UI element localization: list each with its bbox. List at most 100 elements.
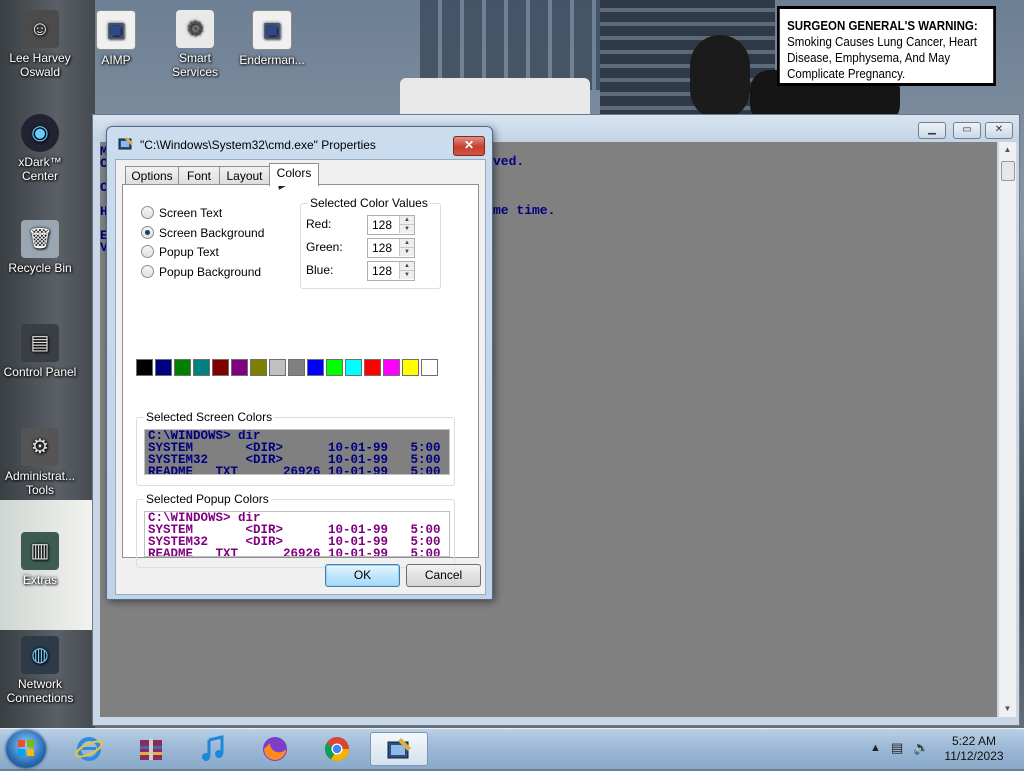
green-spinner[interactable]: 128 ▲ ▼ bbox=[367, 238, 415, 258]
recycle-bin-icon: 🗑 bbox=[21, 220, 59, 258]
red-label: Red: bbox=[306, 217, 332, 231]
maximize-button[interactable]: ▭ bbox=[953, 122, 981, 139]
taskbar-archive-tool[interactable] bbox=[124, 732, 178, 766]
taskbar-chrome[interactable] bbox=[310, 732, 364, 766]
system-clock[interactable]: 5:22 AM 11/12/2023 bbox=[936, 734, 1012, 764]
spin-down-icon[interactable]: ▼ bbox=[399, 225, 414, 233]
color-swatch[interactable] bbox=[326, 359, 343, 376]
show-hidden-icons-icon[interactable]: ▲ bbox=[870, 742, 881, 754]
green-value[interactable]: 128 bbox=[372, 241, 392, 255]
blue-spinner[interactable]: 128 ▲ ▼ bbox=[367, 261, 415, 281]
desktop-icon-label: Network Connections bbox=[6, 677, 74, 705]
red-value[interactable]: 128 bbox=[372, 218, 392, 232]
application-icon: ▣ bbox=[252, 10, 292, 50]
start-button[interactable] bbox=[6, 730, 46, 768]
dialog-title: "C:\Windows\System32\cmd.exe" Properties bbox=[140, 138, 376, 152]
vertical-scrollbar[interactable]: ▲ ▼ bbox=[999, 142, 1016, 717]
scroll-thumb[interactable] bbox=[1001, 161, 1015, 181]
selected-popup-colors-group: Selected Popup Colors C:\WINDOWS> dir SY… bbox=[136, 492, 455, 568]
desktop-icon-xdark-center[interactable]: ◉ xDark™ Center bbox=[0, 114, 80, 183]
volume-muted-icon[interactable]: 🔈 bbox=[913, 740, 929, 756]
red-spinner[interactable]: 128 ▲ ▼ bbox=[367, 215, 415, 235]
color-swatch[interactable] bbox=[364, 359, 381, 376]
spin-up-icon[interactable]: ▲ bbox=[399, 239, 414, 248]
taskbar: ▲ ▤ 🔈 5:22 AM 11/12/2023 bbox=[0, 728, 1024, 769]
group-legend: Selected Screen Colors bbox=[144, 410, 275, 424]
color-swatch[interactable] bbox=[155, 359, 172, 376]
spin-down-icon[interactable]: ▼ bbox=[399, 248, 414, 256]
desktop-icon-label: Smart Services bbox=[171, 51, 218, 79]
network-tray-icon[interactable]: ▤ bbox=[891, 740, 903, 756]
preview-line: README TXT 26926 10-01-99 5:00 bbox=[148, 465, 441, 475]
properties-dialog[interactable]: "C:\Windows\System32\cmd.exe" Properties… bbox=[106, 126, 493, 600]
spin-down-icon[interactable]: ▼ bbox=[399, 271, 414, 279]
clock-date: 11/12/2023 bbox=[944, 749, 1004, 763]
gear-icon: ⚙ bbox=[21, 428, 59, 466]
tab-colors[interactable]: Colors bbox=[269, 163, 319, 186]
tab-options[interactable]: Options bbox=[125, 166, 179, 185]
desktop-icon-network-connections[interactable]: ◍ Network Connections bbox=[0, 636, 80, 705]
color-swatch[interactable] bbox=[383, 359, 400, 376]
color-swatch[interactable] bbox=[345, 359, 362, 376]
popup-colors-preview: C:\WINDOWS> dir SYSTEM <DIR> 10-01-99 5:… bbox=[144, 511, 450, 557]
radio-popup-background[interactable]: Popup Background bbox=[141, 264, 261, 280]
blue-value[interactable]: 128 bbox=[372, 264, 392, 278]
desktop-icon-extras[interactable]: ▥ Extras bbox=[0, 532, 80, 587]
cmd-properties-icon bbox=[387, 738, 411, 759]
close-button[interactable]: ✕ bbox=[985, 122, 1013, 139]
cancel-button[interactable]: Cancel bbox=[406, 564, 481, 587]
minimize-button[interactable]: ▁ bbox=[918, 122, 946, 139]
taskbar-cmd-properties[interactable] bbox=[370, 732, 428, 766]
spin-up-icon[interactable]: ▲ bbox=[399, 216, 414, 225]
internet-explorer-icon bbox=[75, 737, 103, 761]
radio-popup-text[interactable]: Popup Text bbox=[141, 244, 219, 260]
color-swatch[interactable] bbox=[288, 359, 305, 376]
desktop-icon-control-panel[interactable]: ▤ Control Panel bbox=[0, 324, 80, 379]
color-swatch[interactable] bbox=[402, 359, 419, 376]
desktop-icon-aimp[interactable]: ▣ AIMP bbox=[76, 10, 156, 67]
ok-button[interactable]: OK bbox=[325, 564, 400, 587]
desktop-icon-label: Recycle Bin bbox=[8, 261, 72, 275]
radio-button-icon[interactable] bbox=[141, 206, 154, 219]
dialog-close-button[interactable]: ✕ bbox=[453, 136, 485, 156]
windows-logo-icon bbox=[18, 740, 34, 756]
scroll-up-icon[interactable]: ▲ bbox=[999, 142, 1016, 158]
color-swatch[interactable] bbox=[212, 359, 229, 376]
surgeon-general-warning: SURGEON GENERAL'S WARNING: Smoking Cause… bbox=[777, 6, 996, 86]
taskbar-internet-explorer[interactable] bbox=[62, 732, 116, 766]
radio-button-icon[interactable] bbox=[141, 265, 154, 278]
color-swatch[interactable] bbox=[421, 359, 438, 376]
radio-label: Popup Background bbox=[159, 265, 262, 279]
taskbar-firefox[interactable] bbox=[248, 732, 302, 766]
selected-screen-colors-group: Selected Screen Colors C:\WINDOWS> dir S… bbox=[136, 410, 455, 486]
radio-screen-text[interactable]: Screen Text bbox=[141, 205, 222, 221]
radio-screen-background[interactable]: Screen Background bbox=[141, 225, 264, 241]
taskbar-music-player[interactable] bbox=[186, 732, 240, 766]
desktop-icon-enderman[interactable]: ▣ Enderman... bbox=[232, 10, 312, 67]
color-swatch[interactable] bbox=[193, 359, 210, 376]
desktop-icon-label: Extras bbox=[22, 573, 57, 587]
color-swatch[interactable] bbox=[136, 359, 153, 376]
green-label: Green: bbox=[306, 240, 343, 254]
tab-font[interactable]: Font bbox=[178, 166, 220, 185]
scroll-down-icon[interactable]: ▼ bbox=[999, 701, 1016, 717]
radio-button-icon[interactable] bbox=[141, 245, 154, 258]
color-swatch[interactable] bbox=[307, 359, 324, 376]
radio-button-selected-icon[interactable] bbox=[141, 226, 154, 239]
desktop-icon-lee-harvey-oswald[interactable]: ☺ Lee Harvey Oswald bbox=[0, 10, 80, 79]
preview-line: README TXT 26926 10-01-99 5:00 bbox=[148, 547, 441, 557]
spin-up-icon[interactable]: ▲ bbox=[399, 262, 414, 271]
color-swatch[interactable] bbox=[269, 359, 286, 376]
gear-icon: ⚙ bbox=[176, 10, 214, 48]
archive-icon bbox=[140, 738, 162, 760]
radio-label: Popup Text bbox=[159, 245, 219, 259]
color-swatch[interactable] bbox=[250, 359, 267, 376]
dialog-body: Options Font Layout Colors Screen Text S… bbox=[115, 159, 486, 595]
color-swatch[interactable] bbox=[231, 359, 248, 376]
tab-layout[interactable]: Layout bbox=[219, 166, 270, 185]
color-swatch[interactable] bbox=[174, 359, 191, 376]
desktop-icon-administrative-tools[interactable]: ⚙ Administrat... Tools bbox=[0, 428, 80, 497]
desktop-icon-smart-services[interactable]: ⚙ Smart Services bbox=[155, 10, 235, 79]
desktop-icon-label: AIMP bbox=[101, 53, 131, 67]
desktop-icon-recycle-bin[interactable]: 🗑 Recycle Bin bbox=[0, 220, 80, 275]
